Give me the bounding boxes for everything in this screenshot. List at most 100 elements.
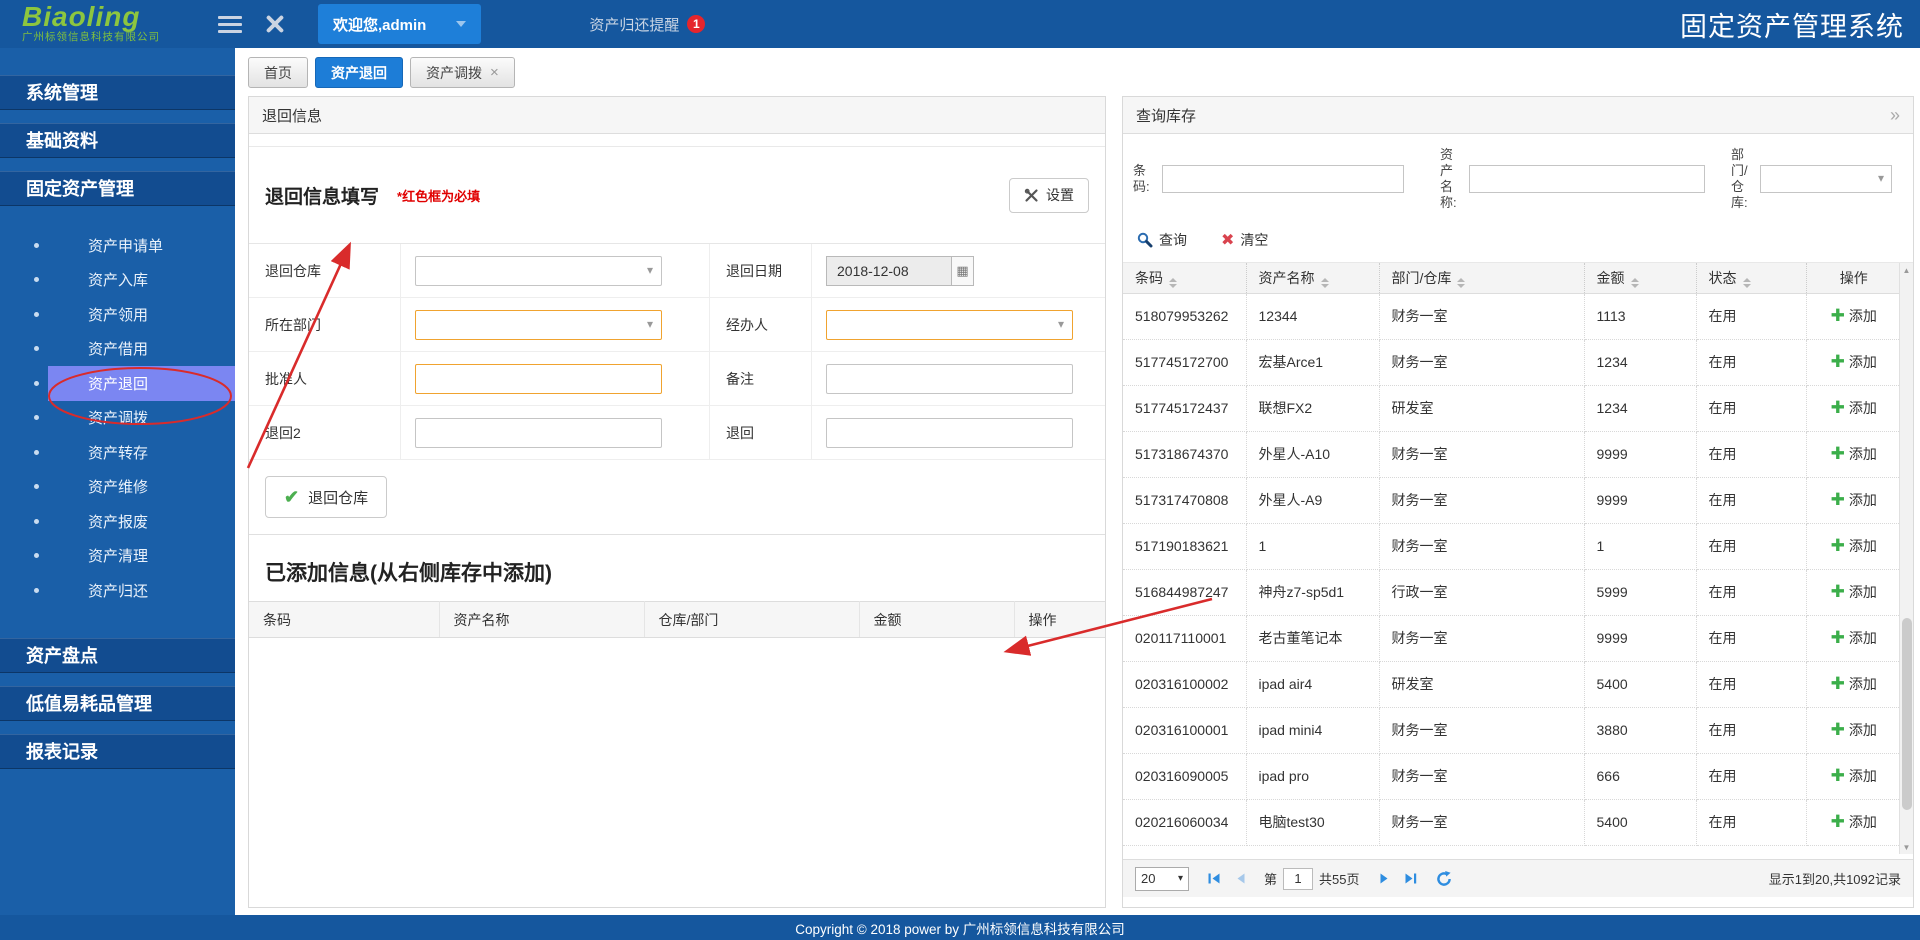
add-button[interactable]: ✚ 添加 [1831,352,1877,372]
sidebar-section-stocktake[interactable]: 资产盘点 [0,638,235,673]
add-button[interactable]: ✚ 添加 [1831,674,1877,694]
sidebar-item-label: 资产归还 [88,580,148,601]
col-status[interactable]: 状态 [1696,263,1806,293]
user-menu-button[interactable]: 欢迎您,admin [318,4,481,44]
scroll-up-icon[interactable]: ▲ [1900,266,1913,275]
sidebar-section-system[interactable]: 系统管理 [0,75,235,110]
remark-input[interactable] [826,364,1073,394]
department-filter-select[interactable]: ▾ [1760,165,1892,193]
refresh-button[interactable] [1436,871,1452,887]
sidebar-item[interactable]: 资产退回 [0,366,235,401]
add-button[interactable]: ✚ 添加 [1831,490,1877,510]
sidebar-item[interactable]: 资产转存 [0,435,235,470]
inventory-row: 020117110001 老古董笔记本 财务一室 9999 在用 ✚ 添加 [1123,615,1901,661]
bullet-icon [34,519,39,524]
return2-input[interactable] [415,418,662,448]
cell-asset-name: ipad mini4 [1246,707,1379,753]
page-number-input[interactable] [1283,868,1313,890]
cell-amount: 9999 [1584,431,1696,477]
col-barcode[interactable]: 条码 [1123,263,1246,293]
table-scrollbar[interactable]: ▲ ▼ [1899,263,1913,854]
add-button[interactable]: ✚ 添加 [1831,536,1877,556]
clear-button[interactable]: ✖ 清空 [1221,230,1268,250]
warehouse-select[interactable]: ▾ [415,256,662,286]
page-size-select[interactable]: 20 ▾ [1135,867,1189,891]
prev-page-icon [1235,872,1248,885]
asset-name-filter-label: 资产名称: [1440,147,1461,211]
handler-select[interactable]: ▾ [826,310,1073,340]
inventory-row: 020316090005 ipad pro 财务一室 666 在用 ✚ 添加 [1123,753,1901,799]
sidebar-section-consumables[interactable]: 低值易耗品管理 [0,686,235,721]
tab-close-icon[interactable]: × [490,65,499,80]
tab-home[interactable]: 首页 [248,57,308,88]
col-department[interactable]: 部门/仓库 [1379,263,1584,293]
menu-toggle-icon[interactable] [218,16,242,33]
collapse-chevrons-icon[interactable]: » [1890,105,1900,126]
last-page-button[interactable] [1404,872,1418,885]
sidebar-item[interactable]: 资产调拨 [0,401,235,436]
add-button[interactable]: ✚ 添加 [1831,628,1877,648]
tab-asset-return[interactable]: 资产退回 [315,57,403,88]
prev-page-button[interactable] [1235,872,1248,885]
cell-asset-name: 外星人-A10 [1246,431,1379,477]
plus-icon: ✚ [1831,812,1845,832]
approver-input[interactable] [415,364,662,394]
settings-button[interactable]: 设置 [1009,178,1089,213]
cell-asset-name: 外星人-A9 [1246,477,1379,523]
tab-asset-transfer[interactable]: 资产调拨 × [410,57,515,88]
caret-icon: ▾ [647,263,653,277]
plus-icon: ✚ [1831,444,1845,464]
cell-action: ✚ 添加 [1806,339,1901,385]
calendar-icon[interactable]: ▦ [951,257,973,285]
sidebar-item[interactable]: 资产归还 [0,573,235,608]
asset-name-filter-input[interactable] [1469,165,1705,193]
add-button[interactable]: ✚ 添加 [1831,582,1877,602]
scroll-down-icon[interactable]: ▼ [1900,843,1913,852]
return-date-field[interactable]: 2018-12-08 ▦ [826,256,974,286]
department-select[interactable]: ▾ [415,310,662,340]
cell-status: 在用 [1696,339,1806,385]
cell-barcode: 517318674370 [1123,431,1246,477]
sidebar-section-basedata[interactable]: 基础资料 [0,123,235,158]
sidebar-item[interactable]: 资产领用 [0,297,235,332]
add-button[interactable]: ✚ 添加 [1831,398,1877,418]
company-logo[interactable]: Biaoling 广州标领信息科技有限公司 [0,4,212,44]
return-reminder-link[interactable]: 资产归还提醒 1 [589,14,705,35]
search-button[interactable]: 查询 [1137,230,1187,250]
col-asset-name[interactable]: 资产名称 [1246,263,1379,293]
app-title: 固定资产管理系统 [1680,5,1920,44]
sidebar-item[interactable]: 资产报废 [0,504,235,539]
return1-label: 退回 [710,406,812,460]
sidebar-section-reports[interactable]: 报表记录 [0,734,235,769]
add-button[interactable]: ✚ 添加 [1831,812,1877,832]
cell-department: 财务一室 [1379,477,1584,523]
add-button[interactable]: ✚ 添加 [1831,444,1877,464]
sidebar-item[interactable]: 资产维修 [0,470,235,505]
add-button[interactable]: ✚ 添加 [1831,720,1877,740]
cell-status: 在用 [1696,523,1806,569]
return-to-warehouse-button[interactable]: ✔ 退回仓库 [265,476,387,518]
caret-icon: ▾ [1878,171,1884,185]
first-page-button[interactable] [1207,872,1221,885]
cell-department: 研发室 [1379,385,1584,431]
scrollbar-thumb[interactable] [1902,618,1912,810]
sidebar-item[interactable]: 资产申请单 [0,228,235,263]
sidebar-item[interactable]: 资产清理 [0,539,235,574]
sidebar-section-fixed-assets[interactable]: 固定资产管理 [0,171,235,206]
cell-amount: 3880 [1584,707,1696,753]
next-page-button[interactable] [1377,872,1390,885]
add-button[interactable]: ✚ 添加 [1831,306,1877,326]
plus-icon: ✚ [1831,674,1845,694]
cell-amount: 5400 [1584,799,1696,845]
barcode-filter-input[interactable] [1162,165,1404,193]
return1-input[interactable] [826,418,1073,448]
cell-status: 在用 [1696,615,1806,661]
cell-status: 在用 [1696,385,1806,431]
bullet-icon [34,415,39,420]
sidebar-item[interactable]: 资产入库 [0,263,235,298]
inventory-actions: 查询 ✖ 清空 [1123,218,1913,262]
col-amount[interactable]: 金额 [1584,263,1696,293]
add-button[interactable]: ✚ 添加 [1831,766,1877,786]
close-icon[interactable] [264,14,284,34]
sidebar-item[interactable]: 资产借用 [0,332,235,367]
